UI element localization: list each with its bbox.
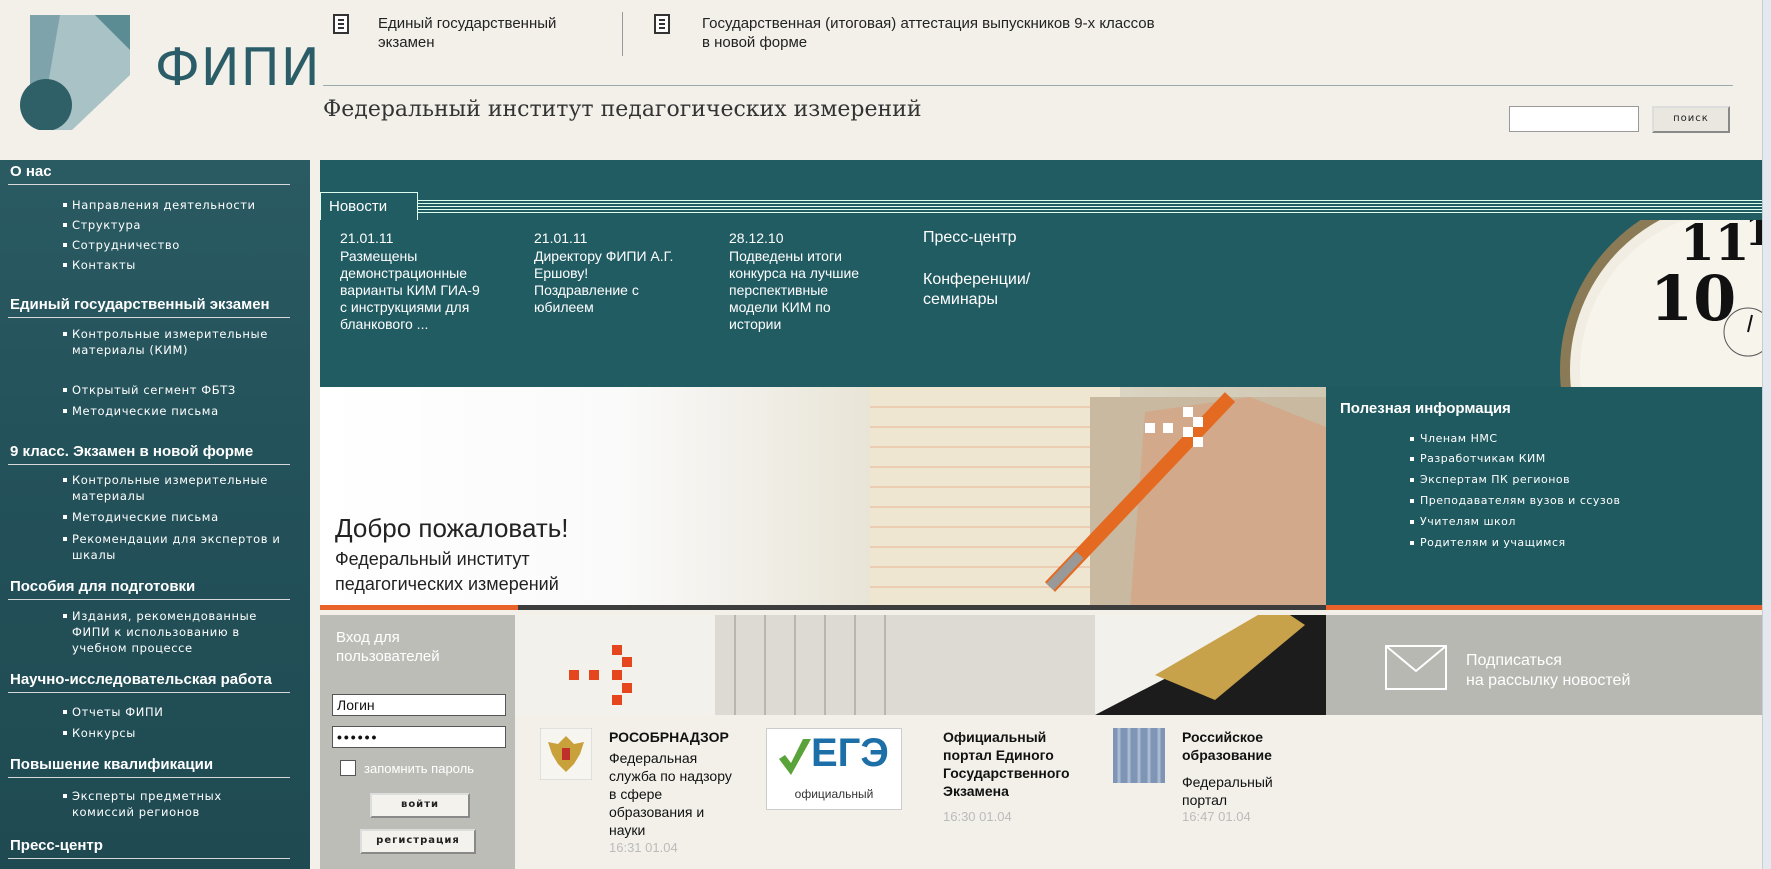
svg-text:10: 10 (1650, 262, 1736, 335)
press-center-link[interactable]: Пресс-центр (923, 228, 1017, 248)
sidebar-item[interactable]: Сотрудничество (63, 237, 282, 253)
remember-label: запомнить пароль (364, 761, 474, 776)
news-date: 21.01.11 (534, 230, 588, 246)
logo-text: ФИПИ (155, 38, 321, 98)
document-icon (654, 14, 670, 34)
remember-checkbox[interactable] (340, 760, 356, 776)
ege-logo-text: ЕГЭ (811, 731, 889, 775)
sidebar-section-about[interactable]: О нас (0, 163, 290, 185)
fipi-squares-icon (569, 645, 632, 705)
subscribe-line1: Подписаться (1466, 652, 1562, 669)
news-item[interactable]: Директору ФИПИ А.Г. Ершову! Поздравление… (534, 248, 684, 316)
useful-info-title: Полезная информация (1340, 400, 1511, 417)
header-divider (323, 85, 1733, 86)
scrollbar[interactable] (1762, 0, 1771, 869)
partner-description: Федеральная служба по надзору в сфере об… (609, 750, 732, 838)
welcome-subtitle-line2: педагогических измерений (335, 574, 559, 594)
news-item[interactable]: Размещены демонстрационные варианты КИМ … (340, 248, 490, 333)
partner-time: 16:47 01.04 (1182, 809, 1251, 824)
search-button[interactable]: поиск (1652, 106, 1730, 133)
useful-link[interactable]: Разработчикам КИМ (1410, 452, 1546, 465)
sidebar-item[interactable]: Направления деятельности (63, 197, 282, 213)
sidebar-section-ege[interactable]: Единый государственный экзамен (0, 296, 290, 318)
ege-logo-box[interactable]: ЕГЭ официальный (766, 728, 902, 810)
welcome-heading: Добро пожаловать! (335, 513, 569, 543)
password-field[interactable]: •••••• (332, 726, 506, 748)
nav-link-ege[interactable]: Единый государственный экзамен (378, 14, 598, 52)
envelope-icon[interactable] (1385, 645, 1447, 690)
welcome-subtitle-line1: Федеральный институт (335, 549, 530, 569)
welcome-subtitle: Федеральный институт педагогических измер… (335, 547, 559, 597)
subscribe-link[interactable]: Подписаться на рассылку новостей (1466, 651, 1630, 691)
russian-eagle-icon[interactable] (540, 728, 592, 780)
useful-link[interactable]: Членам НМС (1410, 432, 1498, 445)
sidebar-item[interactable]: Конкурсы (63, 725, 282, 741)
document-icon (333, 14, 349, 34)
partner-time: 16:30 01.04 (943, 809, 1012, 824)
news-date: 28.12.10 (729, 230, 784, 246)
sidebar-item[interactable]: Отчеты ФИПИ (63, 704, 282, 720)
sidebar-item[interactable]: Открытый сегмент ФБТЗ (63, 382, 282, 398)
conferences-link[interactable]: Конференции/ семинары (923, 270, 1063, 310)
partner-description: Федеральный портал (1182, 774, 1273, 808)
sidebar-item[interactable]: Контрольные измерительные материалы (63, 472, 282, 504)
sidebar-item[interactable]: Эксперты предметных комиссий регионов (63, 788, 282, 820)
sidebar-item[interactable]: Структура (63, 217, 282, 233)
sidebar-section-press[interactable]: Пресс-центр (0, 837, 290, 859)
institute-title: Федеральный институт педагогических изме… (323, 97, 922, 122)
sidebar-item[interactable]: Контакты (63, 257, 282, 273)
subscribe-line2: на рассылку новостей (1466, 672, 1631, 689)
dark-divider (518, 605, 1326, 610)
partner-title[interactable]: Официальный портал Единого Государственн… (943, 728, 1093, 800)
partner-title[interactable]: Российское образование (1182, 728, 1302, 764)
tab-news[interactable]: Новости (320, 192, 418, 220)
register-button[interactable]: регистрация (360, 829, 476, 854)
sidebar-section-grade9[interactable]: 9 класс. Экзамен в новой форме (0, 443, 290, 465)
search-input[interactable] (1509, 106, 1639, 132)
useful-link[interactable]: Преподавателям вузов и ссузов (1410, 494, 1621, 507)
sidebar: О нас Направления деятельности Структура… (0, 160, 310, 869)
login-button[interactable]: войти (370, 793, 470, 818)
tab-decor-lines (418, 200, 1770, 214)
login-field[interactable]: Логин (332, 694, 506, 716)
header-separator (622, 12, 623, 56)
news-date: 21.01.11 (340, 230, 394, 246)
sidebar-item[interactable]: Рекомендации для экспертов и шкалы (63, 531, 282, 563)
sidebar-item[interactable]: Контрольные измерительные материалы (КИМ… (63, 326, 282, 358)
orange-divider (320, 605, 518, 610)
partner-title[interactable]: РОСОБРНАДЗОР (609, 728, 729, 746)
sidebar-item[interactable]: Методические письма (63, 403, 282, 419)
svg-text:11: 11 (1680, 220, 1750, 272)
ege-check-icon (779, 739, 811, 775)
sidebar-section-qualification[interactable]: Повышение квалификации (0, 756, 290, 778)
sidebar-item[interactable]: Методические письма (63, 509, 282, 525)
login-title: Вход для пользователей (336, 629, 440, 665)
orange-divider (1326, 605, 1771, 610)
sidebar-section-manuals[interactable]: Пособия для подготовки (0, 578, 290, 600)
nav-link-gia[interactable]: Государственная (итоговая) аттестация вы… (702, 14, 1162, 52)
banner-form-image (870, 387, 1326, 610)
partner-time: 16:31 01.04 (609, 840, 678, 855)
news-item[interactable]: Подведены итоги конкурса на лучшие персп… (729, 248, 879, 333)
clock-image: 10 11 12 (1560, 220, 1770, 387)
ege-logo-caption: официальный (794, 787, 874, 801)
useful-link[interactable]: Экспертам ПК регионов (1409, 473, 1570, 486)
sidebar-item[interactable]: Издания, рекомендованные ФИПИ к использо… (63, 608, 282, 656)
russian-education-icon[interactable] (1113, 728, 1165, 783)
useful-link[interactable]: Родителям и учащимся (1410, 536, 1566, 549)
useful-link[interactable]: Учителям школ (1410, 515, 1516, 528)
sidebar-section-research[interactable]: Научно-исследовательская работа (0, 671, 290, 693)
